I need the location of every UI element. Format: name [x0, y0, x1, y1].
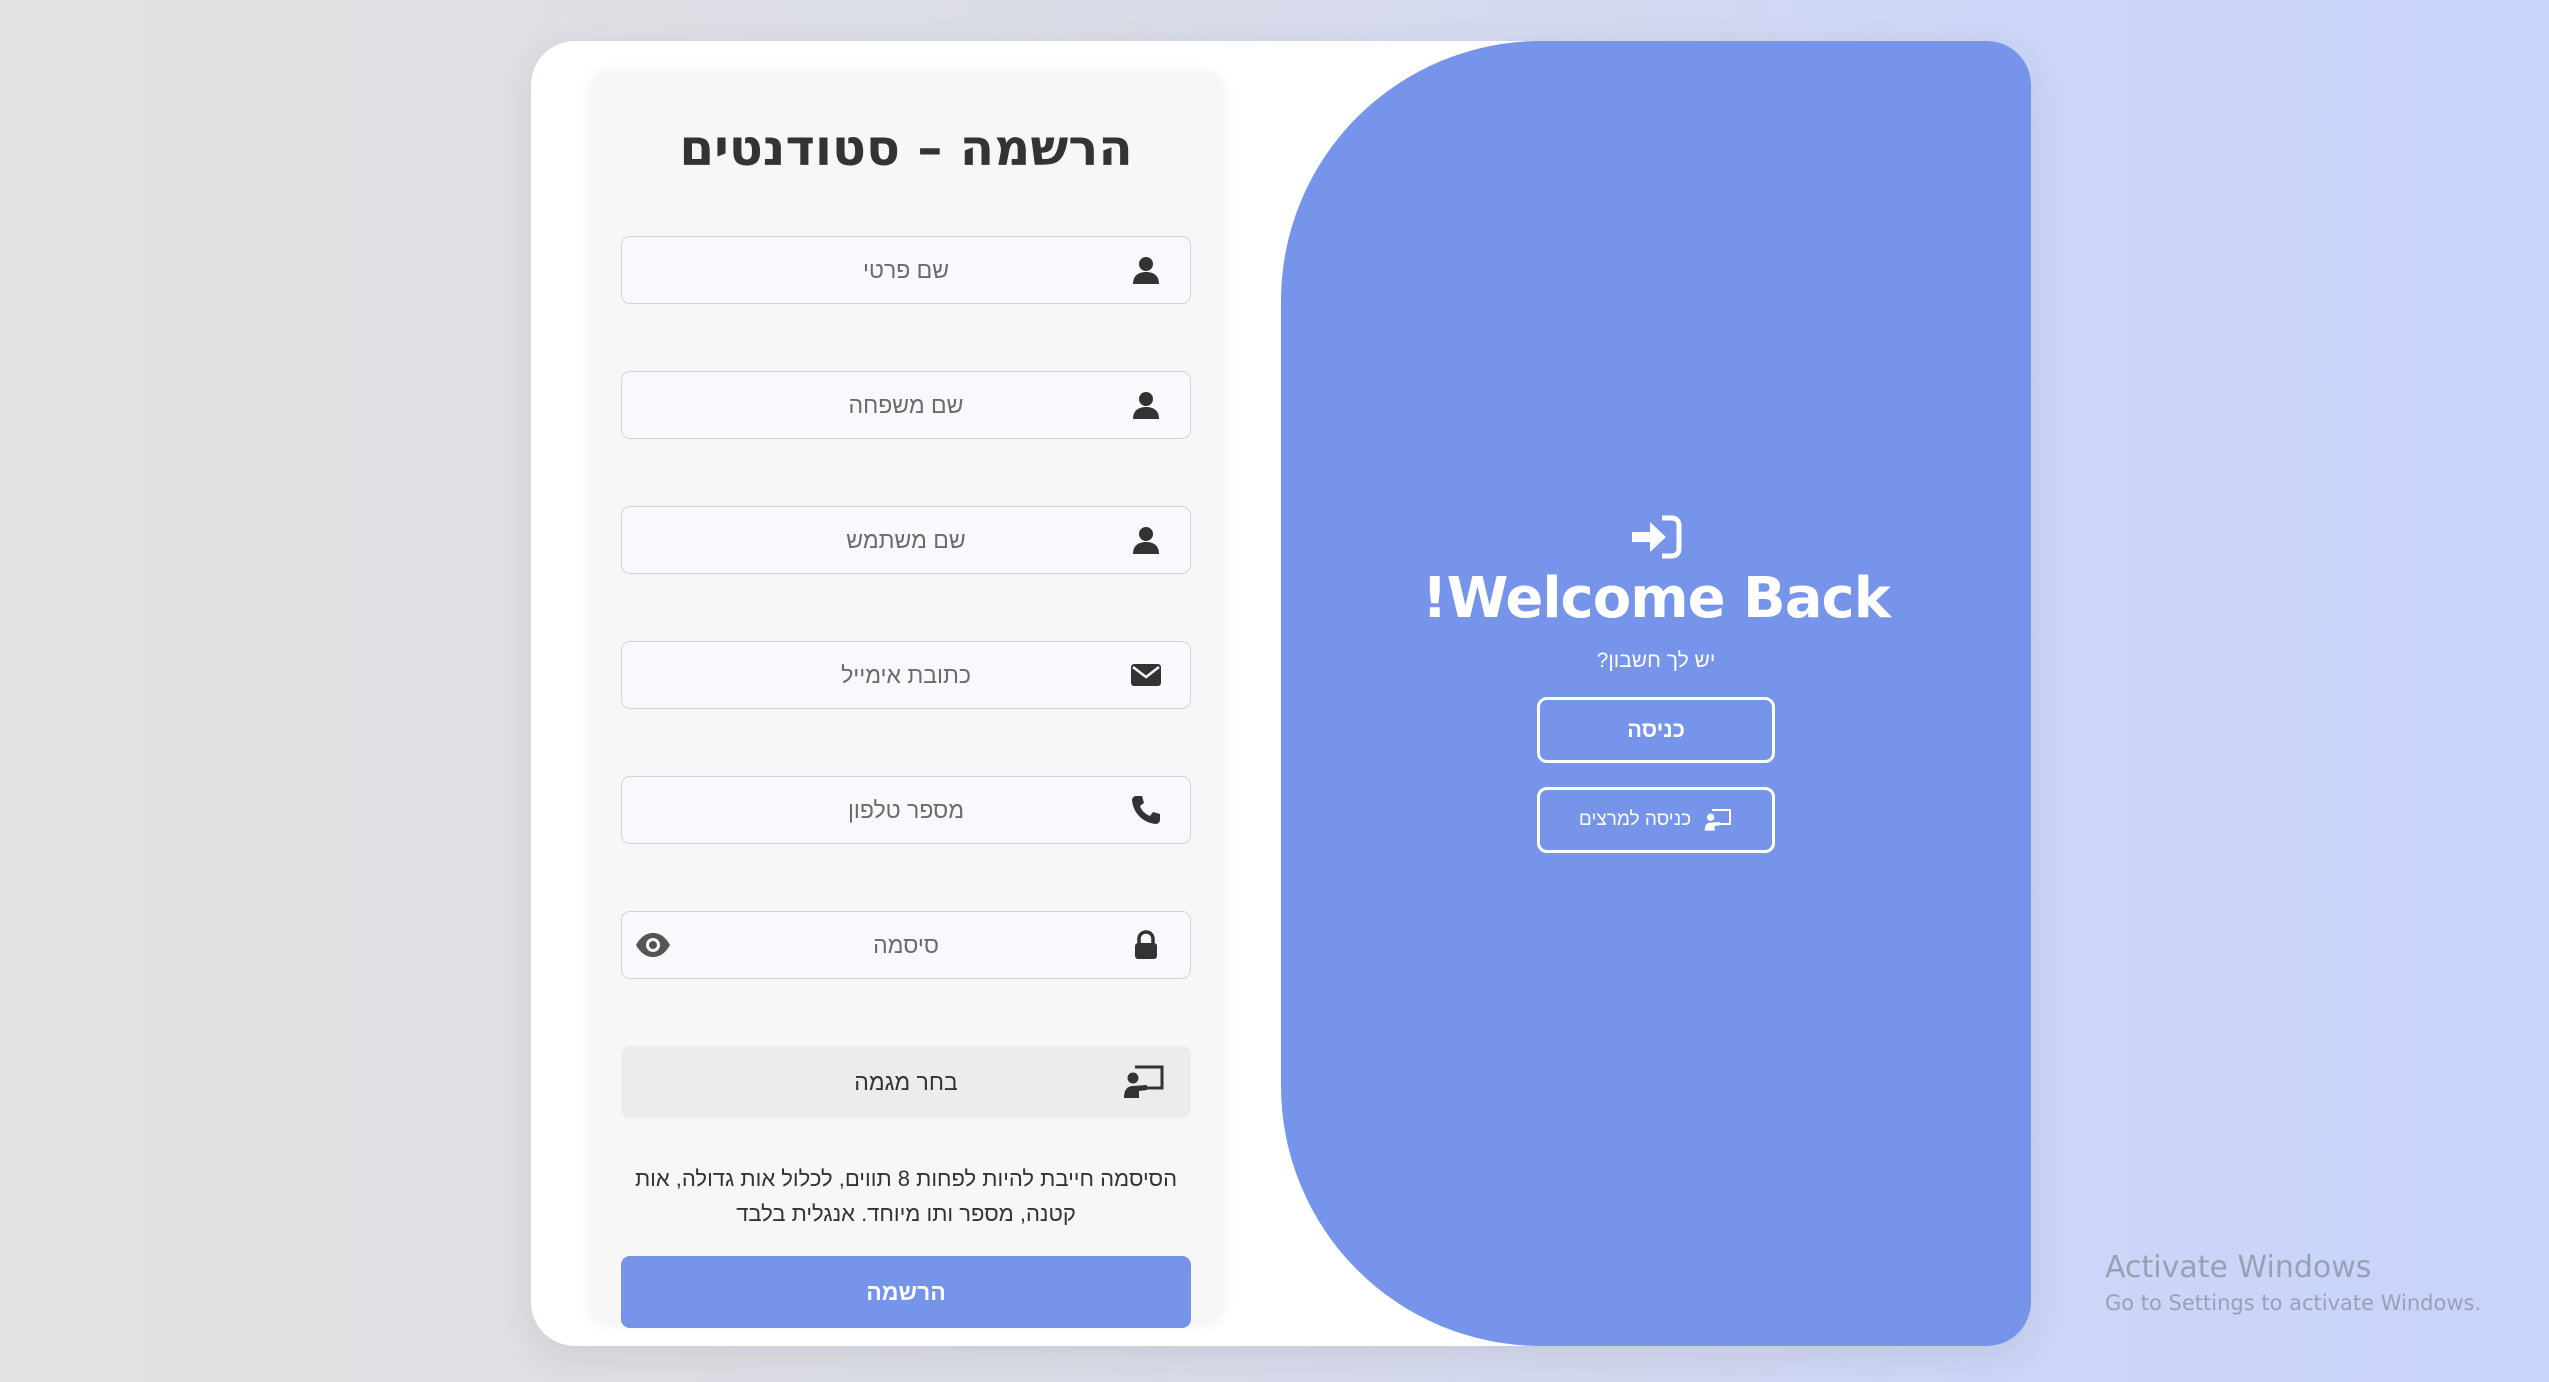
phone-icon [1132, 796, 1160, 824]
password-field[interactable] [621, 911, 1191, 979]
email-field[interactable] [621, 641, 1191, 709]
track-select[interactable]: בחר מגמה [621, 1046, 1191, 1118]
phone-field[interactable] [621, 776, 1191, 844]
envelope-icon [1131, 664, 1161, 686]
phone-input[interactable] [622, 777, 1190, 843]
user-icon [1133, 392, 1159, 419]
lock-icon [1135, 930, 1157, 959]
last-name-field[interactable] [621, 371, 1191, 439]
register-button[interactable]: הרשמה [621, 1256, 1191, 1328]
form-title: הרשמה – סטודנטים [679, 119, 1133, 177]
track-select-label: בחר מגמה [854, 1068, 958, 1095]
lecturer-login-button[interactable]: כניסה למרצים [1537, 787, 1775, 853]
user-icon [1133, 527, 1159, 554]
first-name-field[interactable] [621, 236, 1191, 304]
first-name-input[interactable] [622, 237, 1190, 303]
teacher-board-icon [1704, 809, 1732, 831]
watermark-title: Activate Windows [2105, 1250, 2372, 1285]
welcome-panel-content: Welcome Back! יש לך חשבון? כניסה כניסה ל… [1422, 514, 1891, 853]
watermark-subtitle: Go to Settings to activate Windows. [2105, 1291, 2482, 1315]
username-input[interactable] [622, 507, 1190, 573]
auth-card: הרשמה – סטודנטים בחר מגמה [531, 41, 2031, 1346]
login-button[interactable]: כניסה [1537, 697, 1775, 763]
last-name-input[interactable] [622, 372, 1190, 438]
have-account-text: יש לך חשבון? [1596, 649, 1716, 672]
registration-form: הרשמה – סטודנטים בחר מגמה [591, 71, 1221, 1328]
welcome-heading: Welcome Back! [1422, 566, 1891, 631]
username-field[interactable] [621, 506, 1191, 574]
sign-in-icon [1632, 515, 1682, 559]
password-hint: הסיסמה חייבת להיות לפחות 8 תווים, לכלול … [634, 1166, 1178, 1226]
teacher-board-icon [1124, 1065, 1164, 1098]
windows-activation-watermark: Activate Windows Go to Settings to activ… [2105, 1250, 2481, 1315]
email-input[interactable] [622, 642, 1190, 708]
user-icon [1133, 257, 1159, 284]
password-input[interactable] [622, 912, 1190, 978]
lecturer-login-label: כניסה למרצים [1578, 809, 1692, 830]
welcome-panel: Welcome Back! יש לך חשבון? כניסה כניסה ל… [1281, 41, 2031, 1346]
eye-icon[interactable] [634, 926, 672, 964]
